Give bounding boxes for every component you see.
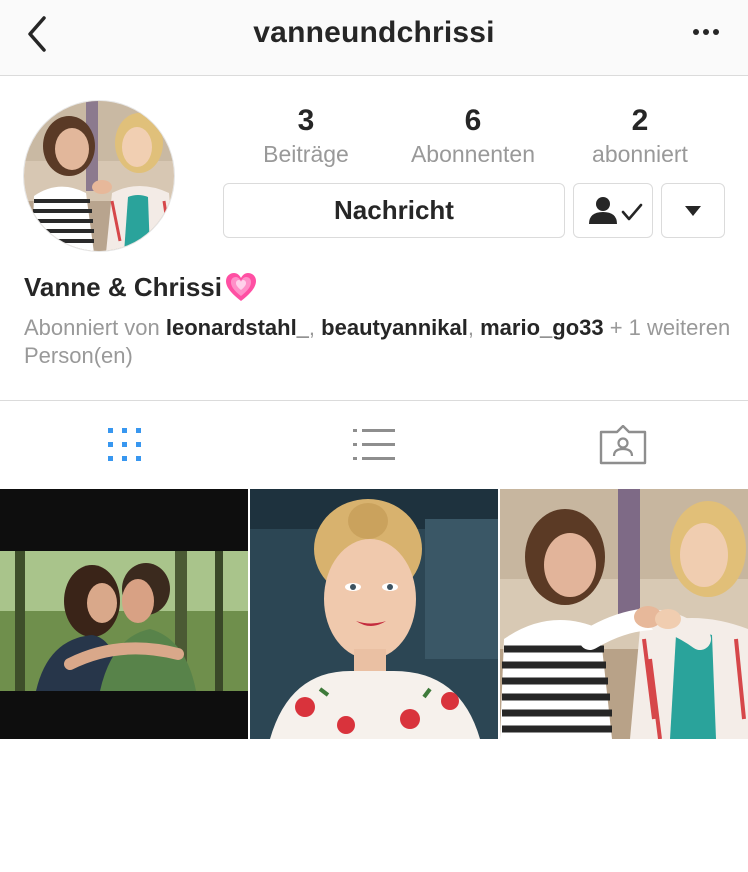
profile-name: Vanne & Chrissi	[24, 271, 258, 303]
following-label: abonniert	[592, 141, 688, 167]
followers-label: Abonnenten	[410, 141, 536, 167]
follower-link[interactable]: beautyannikal	[321, 315, 468, 340]
suggested-dropdown-button[interactable]	[661, 183, 725, 238]
caret-down-icon	[685, 205, 701, 216]
more-dots-icon	[693, 29, 719, 35]
followed-by-prefix: Abonniert von	[24, 315, 166, 340]
stat-posts[interactable]: 3 Beiträge	[231, 104, 381, 168]
profile-avatar[interactable]	[23, 100, 175, 252]
list-icon	[352, 429, 395, 460]
post-thumbnail[interactable]	[250, 489, 498, 739]
more-options-button[interactable]	[690, 22, 724, 42]
post-thumbnail[interactable]	[500, 489, 748, 739]
post-image	[0, 489, 248, 739]
follower-link[interactable]: mario_go33	[480, 315, 604, 340]
person-check-icon	[589, 196, 643, 224]
sparkling-heart-icon	[225, 273, 256, 301]
post-image	[250, 489, 498, 739]
stat-followers[interactable]: 6 Abonnenten	[398, 104, 548, 168]
tab-list[interactable]	[249, 401, 498, 489]
post-image	[500, 489, 748, 739]
followers-count: 6	[464, 104, 482, 137]
following-count: 2	[631, 104, 649, 137]
tab-tagged[interactable]	[498, 401, 747, 489]
follower-separator: ,	[467, 315, 481, 340]
following-button[interactable]	[573, 183, 653, 238]
follower-link[interactable]: leonardstahl_	[166, 315, 309, 340]
profile-view-tabs	[0, 401, 748, 489]
grid-icon	[107, 428, 141, 461]
avatar-photo	[24, 101, 174, 251]
post-grid	[0, 489, 748, 739]
posts-count: 3	[297, 104, 315, 137]
message-button[interactable]: Nachricht	[223, 183, 565, 238]
profile-name-text: Vanne & Chrissi	[24, 271, 222, 302]
tab-grid[interactable]	[0, 401, 249, 489]
top-bar: vanneundchrissi	[0, 0, 748, 76]
tagged-icon	[599, 425, 646, 465]
post-thumbnail[interactable]	[0, 489, 248, 739]
posts-label: Beiträge	[263, 141, 349, 167]
follower-separator: ,	[308, 315, 322, 340]
followed-by-text: Abonniert von leonardstahl_, beautyannik…	[24, 314, 734, 370]
page-title: vanneundchrissi	[253, 16, 495, 49]
stat-following[interactable]: 2 abonniert	[565, 104, 715, 168]
